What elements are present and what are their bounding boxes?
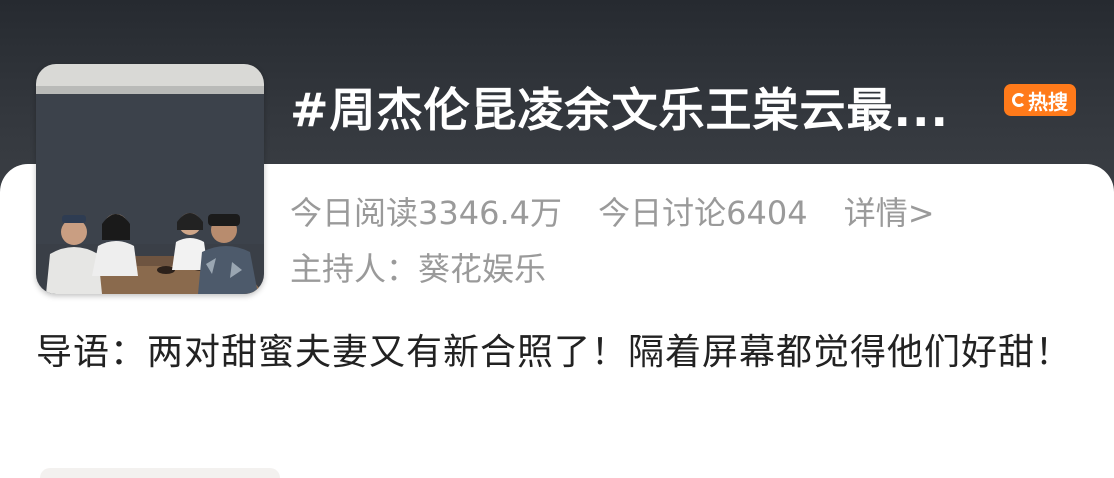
topic-title[interactable]: #周杰伦昆凌余文乐王棠云最... xyxy=(290,74,990,140)
host-name[interactable]: 葵花娱乐 xyxy=(418,250,546,288)
hot-search-icon xyxy=(1012,93,1026,107)
details-link[interactable]: 详情> xyxy=(844,194,935,232)
today-discussions: 今日讨论6404 xyxy=(598,194,808,232)
hot-search-badge: 热搜 xyxy=(1004,84,1076,116)
host-label: 主持人： xyxy=(290,250,419,288)
group-photo-image xyxy=(36,64,264,294)
today-reads: 今日阅读3346.4万 xyxy=(290,194,562,232)
topic-thumbnail[interactable] xyxy=(36,64,264,294)
topic-intro: 导语：两对甜蜜夫妻又有新合照了！隔着屏幕都觉得他们好甜！ xyxy=(36,332,1073,373)
next-feed-item xyxy=(40,468,280,478)
host-line: 主持人：葵花娱乐 xyxy=(290,244,546,290)
hot-search-badge-label: 热搜 xyxy=(1028,89,1068,114)
topic-stats: 今日阅读3346.4万 今日讨论6404 详情> xyxy=(290,188,961,234)
